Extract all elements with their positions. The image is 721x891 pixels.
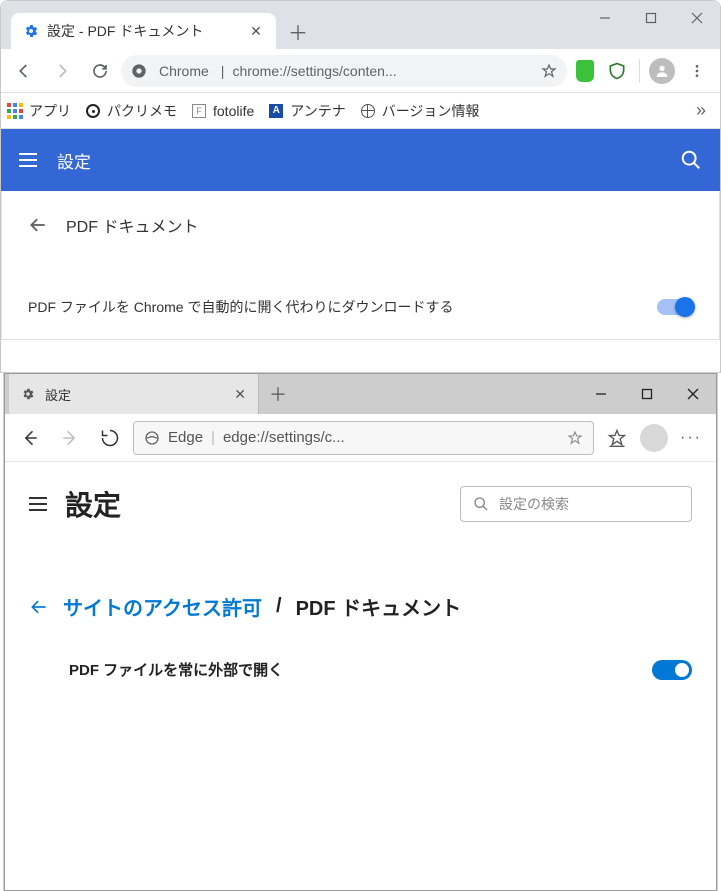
bookmark-label: アンテナ [290, 101, 345, 121]
chrome-toolbar: Chrome | chrome://settings/conten... [1, 49, 720, 93]
back-arrow-button[interactable] [28, 215, 48, 235]
maximize-button[interactable] [624, 374, 670, 414]
bookmark-star-icon[interactable] [567, 430, 583, 446]
bookmark-label: fotolife [213, 103, 254, 119]
omnibox-url: edge://settings/c... [223, 429, 559, 446]
chrome-titlebar: 設定 - PDF ドキュメント ✕ ＋ [1, 1, 720, 49]
omnibox-chip: Edge [168, 429, 203, 446]
reload-button[interactable] [93, 421, 127, 455]
edge-titlebar: 設定 ✕ ＋ [5, 374, 716, 414]
section-header: PDF ドキュメント [28, 213, 693, 237]
gear-icon [21, 387, 35, 401]
toggle-switch-on[interactable] [652, 660, 692, 680]
settings-title: 設定 [65, 484, 442, 524]
hamburger-menu-button[interactable] [19, 153, 37, 167]
pakumemo-icon [85, 103, 101, 119]
toggle-label: PDF ファイルを Chrome で自動的に開く代わりにダウンロードする [28, 297, 453, 317]
omnibox-separator: | [221, 63, 225, 79]
bookmark-label: パクリメモ [107, 101, 177, 121]
search-placeholder: 設定の検索 [499, 494, 569, 514]
omnibox[interactable]: Chrome | chrome://settings/conten... [121, 55, 567, 87]
back-button[interactable] [7, 54, 41, 88]
extension-shield-green-icon[interactable] [571, 57, 599, 85]
toggle-row-open-external: PDF ファイルを常に外部で開く [5, 651, 716, 680]
minimize-button[interactable] [578, 374, 624, 414]
maximize-button[interactable] [628, 1, 674, 35]
window-controls [582, 1, 720, 49]
bookmark-antenna[interactable]: A アンテナ [268, 101, 345, 121]
globe-icon [360, 103, 376, 119]
settings-header: 設定 [1, 129, 720, 191]
tab-title: 設定 [45, 385, 71, 404]
forward-button[interactable] [53, 421, 87, 455]
edge-tabstrip: 設定 ✕ ＋ [5, 374, 578, 414]
toggle-label: PDF ファイルを常に外部で開く [69, 659, 283, 680]
bookmark-label: バージョン情報 [382, 101, 480, 121]
back-button[interactable] [13, 421, 47, 455]
minimize-button[interactable] [582, 1, 628, 35]
toolbar-separator [639, 59, 640, 83]
edge-menu-button[interactable]: ··· [674, 429, 708, 447]
new-tab-button[interactable]: ＋ [284, 17, 312, 45]
edge-settings-content: 設定 設定の検索 サイトのアクセス許可 / PDF ドキュメント PDF ファイ… [5, 462, 716, 680]
profile-button[interactable] [648, 57, 676, 85]
close-icon[interactable]: ✕ [248, 23, 264, 39]
chrome-tab-active[interactable]: 設定 - PDF ドキュメント ✕ [11, 13, 276, 49]
close-button[interactable] [670, 374, 716, 414]
edge-product-icon [144, 430, 160, 446]
chrome-window: 設定 - PDF ドキュメント ✕ ＋ Chrome | chrome://se… [0, 0, 721, 373]
edge-tab-active[interactable]: 設定 ✕ [9, 374, 259, 414]
edge-toolbar: Edge | edge://settings/c... ··· [5, 414, 716, 462]
bookmark-fotolife[interactable]: F fotolife [191, 103, 254, 119]
apps-icon [7, 103, 23, 119]
bookmark-label: アプリ [29, 101, 71, 121]
toggle-switch-on[interactable] [657, 299, 693, 315]
omnibox[interactable]: Edge | edge://settings/c... [133, 421, 594, 455]
bookmark-version[interactable]: バージョン情報 [360, 101, 480, 121]
omnibox-chip: Chrome [155, 63, 213, 79]
bookmarks-overflow-button[interactable]: » [696, 100, 714, 121]
settings-section: PDF ドキュメント PDF ファイルを Chrome で自動的に開く代わりにダ… [1, 191, 720, 340]
close-button[interactable] [674, 1, 720, 35]
hamburger-menu-button[interactable] [29, 497, 47, 511]
breadcrumb-link[interactable]: サイトのアクセス許可 [63, 592, 262, 621]
bookmark-apps[interactable]: アプリ [7, 101, 71, 121]
breadcrumb: サイトのアクセス許可 / PDF ドキュメント [5, 542, 716, 651]
section-title: PDF ドキュメント [66, 213, 198, 237]
toggle-row-download-pdf: PDF ファイルを Chrome で自動的に開く代わりにダウンロードする [28, 297, 693, 317]
bookmarks-bar: アプリ パクリメモ F fotolife A アンテナ バージョン情報 » [1, 93, 720, 129]
search-button[interactable] [680, 149, 702, 171]
favorites-button[interactable] [600, 421, 634, 455]
chrome-menu-button[interactable] [680, 54, 714, 88]
extension-shield-outline-icon[interactable] [603, 57, 631, 85]
chrome-product-icon [131, 63, 147, 79]
omnibox-url: chrome://settings/conten... [232, 63, 533, 79]
profile-button[interactable] [640, 424, 668, 452]
fotolife-icon: F [191, 103, 207, 119]
back-arrow-button[interactable] [29, 597, 49, 617]
window-controls [578, 374, 716, 414]
bookmark-star-icon[interactable] [541, 63, 557, 79]
bookmark-pakumemo[interactable]: パクリメモ [85, 101, 177, 121]
tab-title: 設定 - PDF ドキュメント [47, 21, 240, 41]
edge-window: 設定 ✕ ＋ Edge | edge://settings/c... ··· 設 [4, 373, 717, 891]
omnibox-separator: | [211, 429, 215, 446]
close-icon[interactable]: ✕ [234, 386, 246, 403]
chrome-tabstrip: 設定 - PDF ドキュメント ✕ ＋ [1, 1, 582, 49]
breadcrumb-current: PDF ドキュメント [296, 592, 462, 621]
gear-icon [23, 23, 39, 39]
settings-header-title: 設定 [57, 148, 660, 173]
settings-search-input[interactable]: 設定の検索 [460, 486, 692, 522]
breadcrumb-separator: / [276, 595, 282, 618]
new-tab-button[interactable]: ＋ [259, 374, 297, 414]
forward-button[interactable] [45, 54, 79, 88]
reload-button[interactable] [83, 54, 117, 88]
antenna-icon: A [268, 103, 284, 119]
search-icon [473, 496, 489, 512]
edge-settings-header: 設定 設定の検索 [5, 484, 716, 542]
